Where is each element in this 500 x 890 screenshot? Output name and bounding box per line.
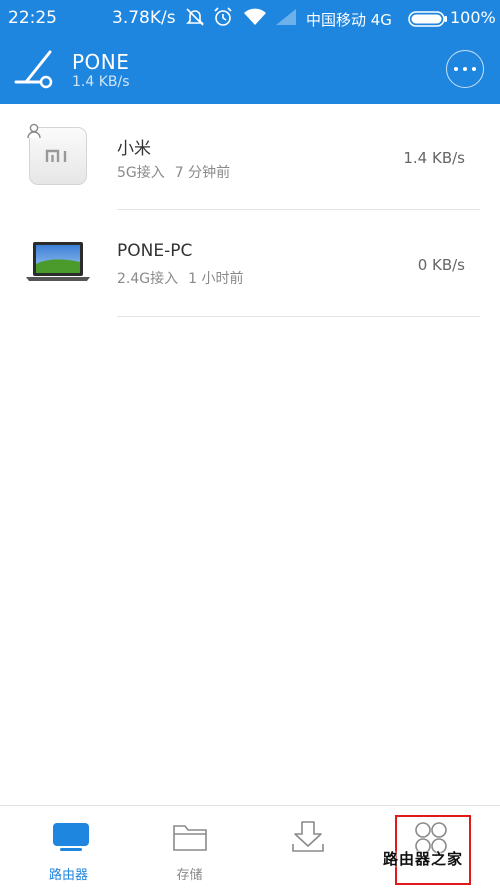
laptop-icon bbox=[24, 240, 92, 288]
nav-storage[interactable]: 存储 bbox=[127, 806, 252, 890]
device-meta: 5G接入 7 分钟前 bbox=[117, 162, 230, 182]
battery-icon bbox=[408, 11, 448, 31]
nav-label: 路由器 bbox=[48, 868, 88, 883]
divider bbox=[117, 316, 480, 317]
wifi-icon bbox=[242, 6, 268, 32]
more-options-button[interactable] bbox=[446, 50, 484, 88]
dot bbox=[454, 67, 458, 71]
last-seen: 1 小时前 bbox=[188, 271, 244, 287]
watermark: 路由器之家 bbox=[383, 850, 464, 868]
user-badge-icon bbox=[27, 123, 41, 143]
signal-icon bbox=[274, 6, 298, 32]
nav-router[interactable]: 路由器 bbox=[6, 806, 131, 890]
download-icon bbox=[290, 820, 326, 858]
dot bbox=[463, 67, 467, 71]
router-name: PONE bbox=[72, 50, 130, 74]
router-icon bbox=[52, 822, 90, 856]
alarm-icon bbox=[212, 6, 234, 32]
status-net-speed: 3.78K/s bbox=[112, 8, 176, 28]
divider bbox=[117, 209, 480, 210]
connection-type: 5G接入 bbox=[117, 165, 165, 181]
mute-icon bbox=[184, 6, 206, 32]
router-logo-icon bbox=[12, 46, 56, 94]
device-name: 小米 bbox=[117, 139, 151, 159]
status-time: 22:25 bbox=[8, 8, 57, 28]
nav-download[interactable] bbox=[248, 806, 373, 890]
device-meta: 2.4G接入 1 小时前 bbox=[117, 268, 243, 288]
nav-label: 存储 bbox=[176, 868, 203, 883]
status-battery: 100% bbox=[450, 8, 496, 27]
app-header: PONE 1.4 KB/s bbox=[0, 36, 500, 104]
router-speed: 1.4 KB/s bbox=[72, 74, 130, 90]
connection-type: 2.4G接入 bbox=[117, 271, 179, 287]
device-speed: 0 KB/s bbox=[417, 256, 465, 274]
status-carrier: 中国移动 4G bbox=[306, 11, 392, 29]
device-name: PONE-PC bbox=[117, 241, 193, 261]
dot bbox=[472, 67, 476, 71]
status-bar: 22:25 3.78K/s 中国移动 4G 100% bbox=[0, 0, 500, 36]
device-speed: 1.4 KB/s bbox=[403, 149, 465, 167]
folder-icon bbox=[172, 822, 208, 856]
last-seen: 7 分钟前 bbox=[174, 165, 231, 181]
